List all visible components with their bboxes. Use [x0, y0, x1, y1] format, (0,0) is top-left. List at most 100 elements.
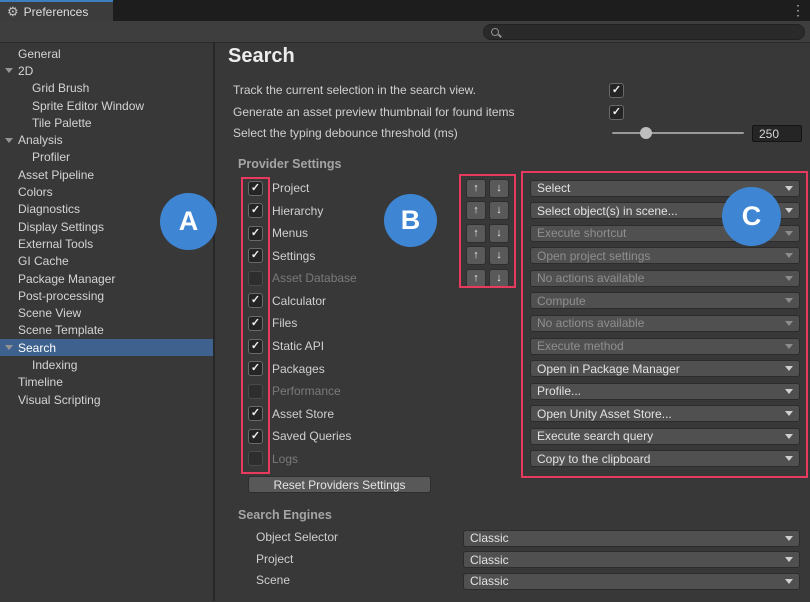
chevron-down-icon — [785, 579, 793, 584]
sidebar-item-diagnostics[interactable]: Diagnostics — [0, 201, 213, 218]
action-dropdown-asset-store[interactable]: Open Unity Asset Store... — [530, 405, 800, 422]
sidebar-item-label: Colors — [18, 185, 53, 199]
sidebar-item-sprite-editor-window[interactable]: Sprite Editor Window — [0, 97, 213, 114]
sidebar-item-profiler[interactable]: Profiler — [0, 149, 213, 166]
expand-triangle-icon[interactable] — [5, 68, 13, 73]
action-dropdown-hierarchy[interactable]: Select object(s) in scene... — [530, 202, 800, 219]
dropdown-value: Select object(s) in scene... — [537, 204, 678, 218]
checkbox-hierarchy[interactable]: ✓ — [248, 203, 263, 218]
reset-providers-button[interactable]: Reset Providers Settings — [248, 476, 431, 493]
chevron-down-icon — [785, 434, 793, 439]
sidebar-item-gi-cache[interactable]: GI Cache — [0, 253, 213, 270]
action-dropdown-calculator[interactable]: Compute — [530, 292, 800, 309]
provider-settings-heading: Provider Settings — [238, 157, 342, 171]
sidebar-item-tile-palette[interactable]: Tile Palette — [0, 114, 213, 131]
sidebar-item-asset-pipeline[interactable]: Asset Pipeline — [0, 166, 213, 183]
sidebar-item-search[interactable]: Search — [0, 339, 213, 356]
provider-row: ✓Static API — [248, 335, 324, 357]
checkbox-saved-queries[interactable]: ✓ — [248, 429, 263, 444]
engine-dropdown-object-selector[interactable]: Classic — [463, 530, 800, 547]
preview-thumbnail-checkbox[interactable]: ✓ — [609, 105, 624, 120]
checkbox-files[interactable]: ✓ — [248, 316, 263, 331]
track-selection-checkbox[interactable]: ✓ — [609, 83, 624, 98]
move-up-button[interactable]: ↑ — [466, 201, 486, 220]
chevron-down-icon — [785, 344, 793, 349]
checkbox-calculator[interactable]: ✓ — [248, 293, 263, 308]
checkbox-logs[interactable] — [248, 451, 263, 466]
dropdown-value: Compute — [537, 294, 586, 308]
engine-dropdown-project[interactable]: Classic — [463, 551, 800, 568]
sidebar-item-colors[interactable]: Colors — [0, 183, 213, 200]
checkbox-performance[interactable] — [248, 384, 263, 399]
checkbox-asset-store[interactable]: ✓ — [248, 406, 263, 421]
chevron-down-icon — [785, 536, 793, 541]
action-dropdown-static-api[interactable]: Execute method — [530, 338, 800, 355]
search-field[interactable] — [483, 24, 805, 40]
sidebar-item-visual-scripting[interactable]: Visual Scripting — [0, 391, 213, 408]
dropdown-value: Profile... — [537, 384, 581, 398]
chevron-down-icon — [785, 253, 793, 258]
debounce-threshold-label: Select the typing debounce threshold (ms… — [233, 126, 458, 140]
action-dropdown-logs[interactable]: Copy to the clipboard — [530, 450, 800, 467]
sidebar-item-package-manager[interactable]: Package Manager — [0, 270, 213, 287]
provider-row: ✓Files — [248, 312, 297, 334]
sidebar-item-general[interactable]: General — [0, 45, 213, 62]
sidebar-item-label: Package Manager — [18, 272, 115, 286]
action-dropdown-project[interactable]: Select — [530, 180, 800, 197]
action-dropdown-asset-database[interactable]: No actions available — [530, 270, 800, 287]
preferences-window: ⚙ Preferences ⋮ General2DGrid BrushSprit… — [0, 0, 810, 602]
kebab-menu-icon[interactable]: ⋮ — [791, 1, 805, 20]
sidebar-item-label: Scene Template — [18, 323, 104, 337]
action-dropdown-saved-queries[interactable]: Execute search query — [530, 428, 800, 445]
expand-triangle-icon[interactable] — [5, 345, 13, 350]
sidebar-item-external-tools[interactable]: External Tools — [0, 235, 213, 252]
action-dropdown-files[interactable]: No actions available — [530, 315, 800, 332]
sidebar-item-scene-view[interactable]: Scene View — [0, 304, 213, 321]
checkbox-menus[interactable]: ✓ — [248, 226, 263, 241]
sidebar-item-timeline[interactable]: Timeline — [0, 374, 213, 391]
action-dropdown-menus[interactable]: Execute shortcut — [530, 225, 800, 242]
checkbox-settings[interactable]: ✓ — [248, 248, 263, 263]
debounce-value-field[interactable]: 250 — [752, 125, 802, 142]
search-engines-heading: Search Engines — [238, 508, 332, 522]
move-up-button[interactable]: ↑ — [466, 269, 486, 288]
move-down-button[interactable]: ↓ — [489, 179, 509, 198]
checkbox-static-api[interactable]: ✓ — [248, 339, 263, 354]
sidebar-item-display-settings[interactable]: Display Settings — [0, 218, 213, 235]
sidebar-item-post-processing[interactable]: Post-processing — [0, 287, 213, 304]
engine-dropdown-scene[interactable]: Classic — [463, 573, 800, 590]
move-up-button[interactable]: ↑ — [466, 246, 486, 265]
preview-thumbnail-label: Generate an asset preview thumbnail for … — [233, 105, 514, 119]
move-up-button[interactable]: ↑ — [466, 179, 486, 198]
page-title: Search — [228, 45, 295, 68]
move-down-button[interactable]: ↓ — [489, 224, 509, 243]
tab-preferences[interactable]: ⚙ Preferences — [0, 0, 113, 21]
engine-label-scene: Scene — [256, 573, 290, 587]
dropdown-value: Open project settings — [537, 249, 650, 263]
action-dropdown-packages[interactable]: Open in Package Manager — [530, 360, 800, 377]
move-down-button[interactable]: ↓ — [489, 269, 509, 288]
sidebar-item-indexing[interactable]: Indexing — [0, 356, 213, 373]
chevron-down-icon — [785, 411, 793, 416]
checkbox-asset-database[interactable] — [248, 271, 263, 286]
dropdown-value: Classic — [470, 531, 509, 545]
provider-label: Calculator — [272, 294, 326, 308]
action-dropdown-performance[interactable]: Profile... — [530, 383, 800, 400]
checkbox-project[interactable]: ✓ — [248, 181, 263, 196]
track-selection-label: Track the current selection in the searc… — [233, 83, 476, 97]
dropdown-value: Open in Package Manager — [537, 362, 680, 376]
provider-label: Performance — [272, 384, 341, 398]
action-dropdown-settings[interactable]: Open project settings — [530, 247, 800, 264]
debounce-slider[interactable] — [612, 132, 744, 134]
slider-handle[interactable] — [640, 127, 652, 139]
sidebar-item-grid-brush[interactable]: Grid Brush — [0, 80, 213, 97]
sidebar-item-scene-template[interactable]: Scene Template — [0, 322, 213, 339]
search-input[interactable] — [504, 25, 789, 39]
move-down-button[interactable]: ↓ — [489, 201, 509, 220]
sidebar-item-analysis[interactable]: Analysis — [0, 131, 213, 148]
sidebar-item-2d[interactable]: 2D — [0, 62, 213, 79]
expand-triangle-icon[interactable] — [5, 138, 13, 143]
checkbox-packages[interactable]: ✓ — [248, 361, 263, 376]
move-down-button[interactable]: ↓ — [489, 246, 509, 265]
move-up-button[interactable]: ↑ — [466, 224, 486, 243]
